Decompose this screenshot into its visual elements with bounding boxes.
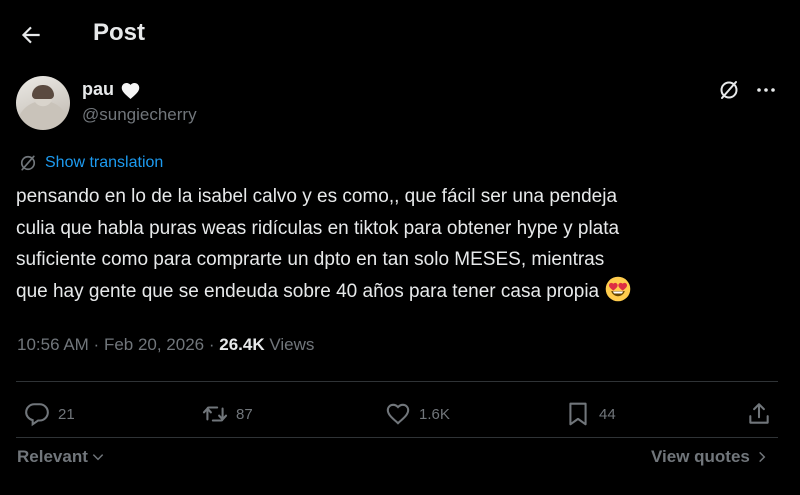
like-count: 1.6K bbox=[419, 405, 450, 423]
reply-button[interactable]: 21 bbox=[24, 401, 75, 427]
tweet-text: pensando en lo de la isabel calvo y es c… bbox=[16, 181, 776, 307]
tweet-line: pensando en lo de la isabel calvo y es c… bbox=[16, 186, 618, 207]
meta-separator: · bbox=[204, 335, 220, 354]
author-name-row[interactable]: pau bbox=[82, 79, 141, 100]
tweet-line-last: que hay gente que se endeuda sobre 40 añ… bbox=[16, 276, 776, 308]
views-label: Views bbox=[264, 335, 315, 354]
tweet-line: culia que habla puras weas ridículas en … bbox=[16, 217, 620, 239]
like-button[interactable]: 1.6K bbox=[385, 401, 450, 427]
chevron-down-icon bbox=[92, 454, 104, 461]
more-options-icon[interactable] bbox=[754, 78, 778, 102]
repost-button[interactable]: 87 bbox=[202, 401, 253, 427]
divider-top bbox=[16, 381, 778, 382]
author-handle[interactable]: @sungiecherry bbox=[82, 105, 197, 125]
meta-separator: · bbox=[88, 335, 104, 354]
views-count: 26.4K bbox=[219, 335, 265, 354]
page-title: Post bbox=[93, 19, 146, 46]
bookmark-count: 44 bbox=[599, 405, 616, 423]
heart-icon bbox=[386, 403, 410, 425]
action-bar: 21 87 1.6K 44 bbox=[0, 395, 800, 435]
view-quotes-link[interactable]: View quotes bbox=[651, 447, 769, 467]
reply-count: 21 bbox=[58, 405, 75, 423]
share-button[interactable] bbox=[746, 401, 772, 427]
white-heart-icon bbox=[121, 82, 140, 99]
bookmark-icon bbox=[569, 402, 587, 426]
sort-replies-dropdown[interactable]: Relevant bbox=[17, 447, 105, 467]
grok-icon[interactable] bbox=[717, 78, 741, 102]
bookmark-button[interactable]: 44 bbox=[565, 401, 616, 427]
post-date[interactable]: Feb 20, 2026 bbox=[104, 335, 204, 355]
post-time[interactable]: 10:56 AM bbox=[17, 335, 89, 355]
reply-icon bbox=[25, 403, 49, 427]
repost-icon bbox=[202, 406, 228, 422]
top-bar: Post bbox=[0, 0, 800, 70]
view-quotes-label: View quotes bbox=[651, 447, 750, 466]
arrow-left-icon[interactable] bbox=[18, 22, 44, 48]
divider-bottom bbox=[16, 437, 778, 438]
tweet-line: que hay gente que se endeuda sobre 40 añ… bbox=[16, 280, 600, 302]
show-translation-link[interactable]: Show translation bbox=[18, 153, 163, 173]
share-icon bbox=[749, 403, 769, 424]
chevron-right-icon bbox=[759, 451, 766, 463]
sort-label: Relevant bbox=[17, 447, 88, 466]
avatar[interactable] bbox=[16, 76, 70, 130]
post-meta: 10:56 AM · Feb 20, 2026 · 26.4K Views bbox=[17, 335, 314, 355]
post-page: Post pau @sungiecherry Show translation … bbox=[0, 0, 800, 495]
grok-translate-icon bbox=[20, 155, 36, 171]
tweet-line: suficiente como para comprarte un dpto e… bbox=[16, 249, 605, 270]
heart-eyes-emoji-icon bbox=[605, 276, 631, 301]
author-display-name[interactable]: pau bbox=[82, 79, 114, 100]
repost-count: 87 bbox=[236, 405, 253, 423]
show-translation-label[interactable]: Show translation bbox=[45, 154, 163, 172]
